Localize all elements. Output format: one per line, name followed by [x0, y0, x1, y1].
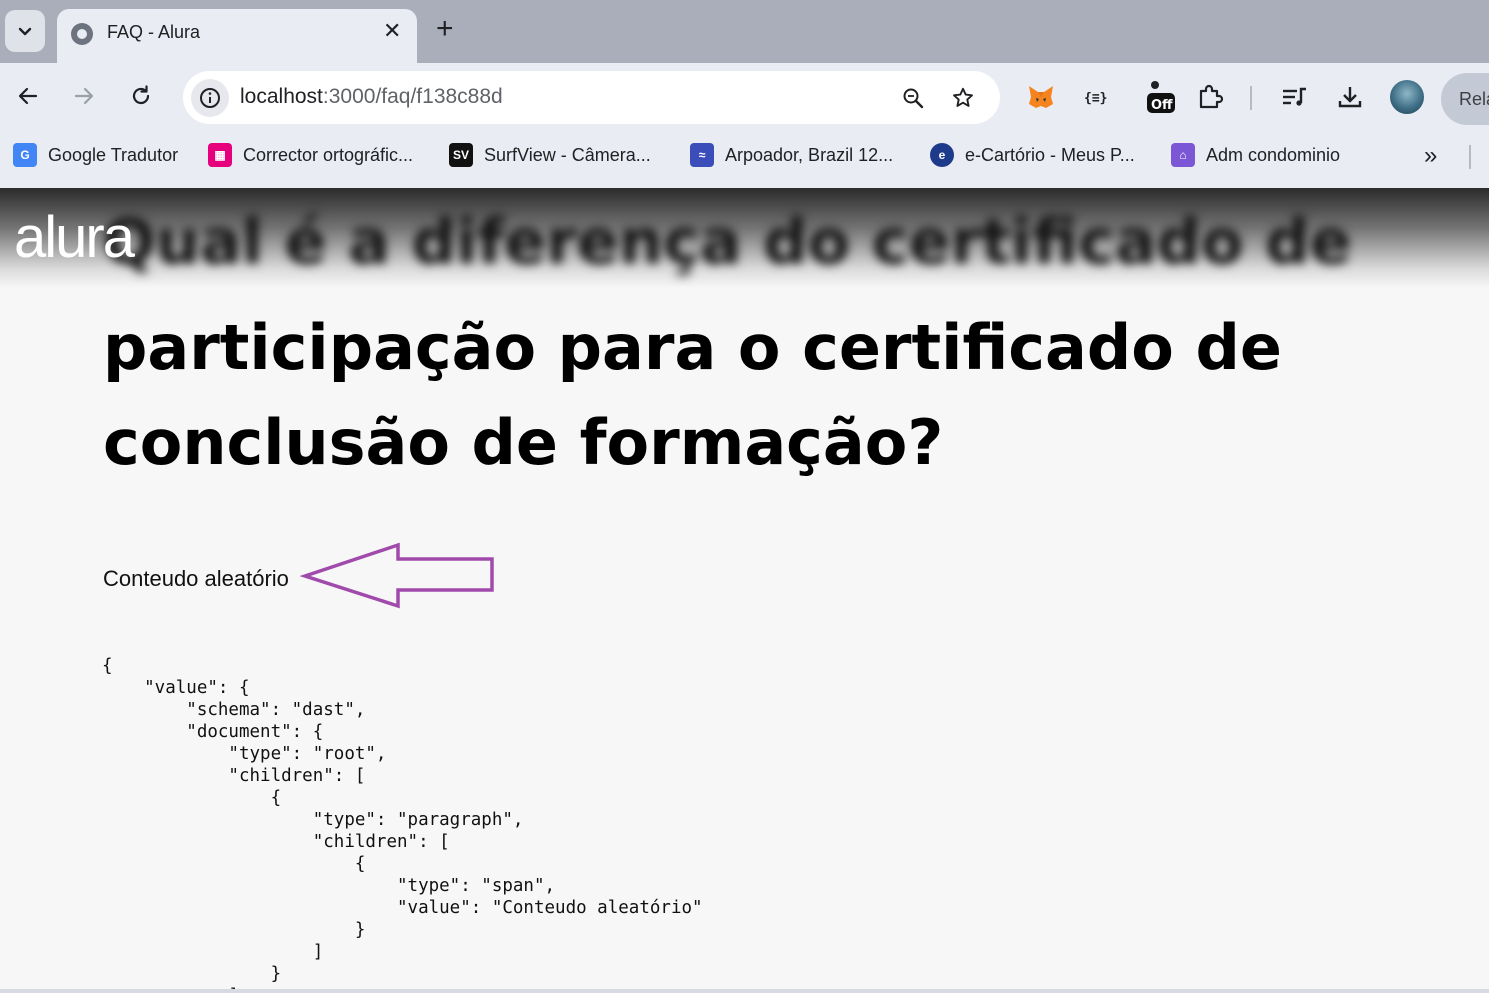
alura-logo[interactable]: alura: [14, 204, 135, 271]
fox-icon: [1029, 86, 1053, 108]
forward-arrow-icon: [74, 87, 94, 105]
bookmarks-bar: G Google Tradutor ▦ Corrector ortográfic…: [0, 128, 1489, 188]
zoom-icon: [903, 88, 924, 109]
playlist-music-icon: [1283, 87, 1306, 106]
window-bottom-border: [0, 989, 1489, 993]
tab-strip: FAQ - Alura ✕ +: [0, 0, 1489, 63]
info-icon: [200, 88, 220, 108]
bookmark-label: e-Cartório - Meus P...: [965, 144, 1135, 165]
bookmarks-separator: [1469, 145, 1471, 169]
off-badge-icon: Off: [1147, 81, 1175, 113]
download-icon: [1338, 87, 1362, 108]
bookmark-corrector[interactable]: ▦ Corrector ortográfic...: [208, 142, 413, 168]
bookmark-label: Adm condominio: [1206, 144, 1341, 165]
heading-blurred-line: Qual é a diferença do certificado de: [103, 205, 1352, 278]
off-toggle-extension[interactable]: Off: [1145, 81, 1177, 113]
json-code-block: { "value": { "schema": "dast", "document…: [102, 656, 703, 993]
new-tab-button[interactable]: +: [436, 14, 454, 44]
content-paragraph: Conteudo aleatório: [103, 566, 289, 591]
browser-toolbar: localhost:3000/faq/f138c88d {≡} Off Rela: [0, 63, 1489, 128]
reload-icon: [132, 85, 150, 105]
bookmark-star-button[interactable]: [949, 84, 977, 112]
bookmark-label: Corrector ortográfic...: [243, 144, 414, 165]
bookmark-label: Arpoador, Brazil 12...: [725, 144, 894, 165]
tab-search-button[interactable]: [5, 10, 45, 52]
chevron-down-icon: [18, 27, 32, 36]
media-controls-button[interactable]: [1278, 81, 1310, 113]
url-path: :3000/faq/f138c88d: [322, 85, 503, 108]
corrector-icon: ▦: [208, 143, 232, 167]
site-info-button[interactable]: [191, 79, 229, 117]
address-bar[interactable]: localhost:3000/faq/f138c88d: [183, 71, 1000, 124]
bookmark-ecartorio[interactable]: e e-Cartório - Meus P...: [930, 142, 1135, 168]
relaunch-button[interactable]: Rela: [1441, 73, 1489, 125]
condominio-icon: ⌂: [1171, 143, 1195, 167]
puzzle-icon: [1199, 84, 1224, 109]
svg-text:{≡}: {≡}: [1084, 91, 1107, 106]
bookmark-label: SurfView - Câmera...: [484, 144, 651, 165]
bookmark-label: Google Tradutor: [48, 144, 179, 165]
forward-button[interactable]: [67, 79, 101, 113]
more-bookmarks-button[interactable]: »: [1424, 142, 1437, 170]
back-arrow-icon: [18, 87, 38, 105]
url-text[interactable]: localhost:3000/faq/f138c88d: [240, 85, 503, 109]
google-translate-icon: G: [13, 143, 37, 167]
svg-text:Off: Off: [1151, 98, 1173, 113]
url-host: localhost: [240, 85, 323, 108]
json-braces-icon: {≡}: [1084, 91, 1107, 106]
extensions-button[interactable]: [1194, 81, 1226, 113]
surfview-icon: SV: [449, 143, 473, 167]
close-tab-icon[interactable]: ✕: [383, 19, 401, 43]
reload-button[interactable]: [124, 79, 158, 113]
toolbar-separator: [1250, 86, 1252, 110]
annotation-arrow-icon: [300, 542, 494, 609]
zoom-button[interactable]: [899, 84, 927, 112]
metamask-extension[interactable]: [1025, 81, 1057, 113]
page-title: participação para o certificado de concl…: [103, 311, 1282, 479]
downloads-button[interactable]: [1334, 81, 1366, 113]
bookmark-surfview[interactable]: SV SurfView - Câmera...: [449, 142, 651, 168]
profile-avatar[interactable]: [1390, 80, 1424, 114]
json-formatter-extension[interactable]: {≡}: [1081, 81, 1113, 113]
bookmark-google-tradutor[interactable]: G Google Tradutor: [13, 142, 178, 168]
bookmark-adm-condominio[interactable]: ⌂ Adm condominio: [1171, 142, 1340, 168]
star-icon: [953, 87, 973, 107]
globe-icon: [71, 23, 93, 45]
bookmark-arpoador[interactable]: ≈ Arpoador, Brazil 12...: [690, 142, 893, 168]
arpoador-icon: ≈: [690, 143, 714, 167]
ecartorio-icon: e: [930, 143, 954, 167]
tab-title: FAQ - Alura: [107, 22, 201, 42]
page-viewport: Qual é a diferença do certificado de alu…: [0, 188, 1489, 993]
back-button[interactable]: [11, 79, 45, 113]
active-tab[interactable]: FAQ - Alura ✕: [57, 9, 417, 63]
